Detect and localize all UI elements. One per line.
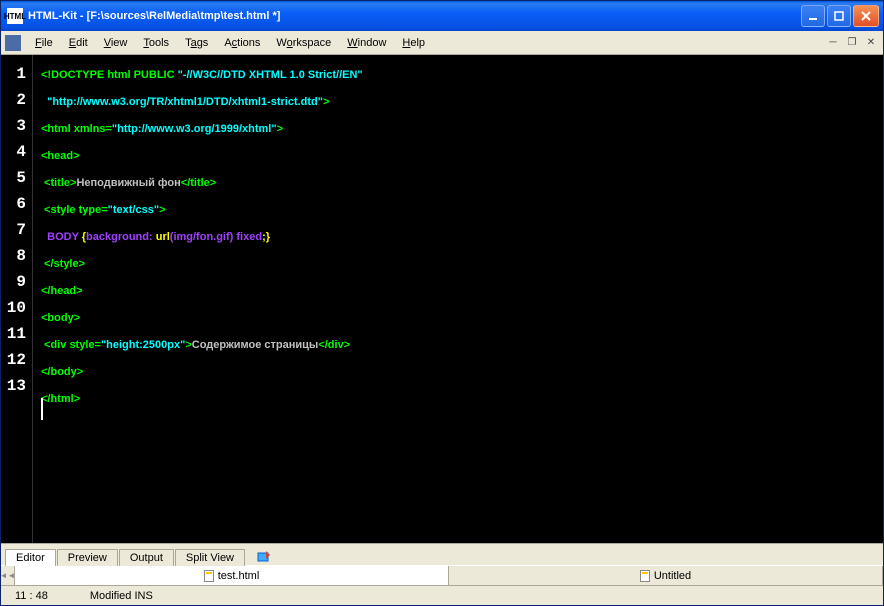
menubar: File Edit View Tools Tags Actions Worksp… <box>1 31 883 55</box>
child-close-icon[interactable]: ✕ <box>863 36 879 50</box>
text-cursor <box>41 398 43 420</box>
line-gutter: 1 2 3 4 5 6 7 8 9 10 11 12 13 <box>1 55 33 543</box>
close-button[interactable] <box>853 5 879 27</box>
menu-edit[interactable]: Edit <box>61 34 96 52</box>
file-icon <box>640 570 650 582</box>
menu-workspace[interactable]: Workspace <box>268 34 339 52</box>
app-icon: HTML <box>7 8 23 24</box>
file-icon <box>204 570 214 582</box>
child-restore-icon[interactable]: ❐ <box>844 36 860 50</box>
statusbar: 11 : 48 Modified INS <box>1 585 883 605</box>
menu-view[interactable]: View <box>96 34 136 52</box>
titlebar: HTML HTML-Kit - [F:\sources\RelMedia\tmp… <box>1 1 883 31</box>
menu-tools[interactable]: Tools <box>135 34 177 52</box>
editor-state: Modified INS <box>84 590 159 602</box>
tab-editor[interactable]: Editor <box>5 549 56 566</box>
menu-file[interactable]: File <box>27 34 61 52</box>
document-tabs: ◄◄ test.html Untitled <box>1 565 883 585</box>
child-minimize-icon[interactable]: ─ <box>825 36 841 50</box>
toggle-icon[interactable] <box>256 549 272 565</box>
tab-preview[interactable]: Preview <box>57 549 118 566</box>
menu-actions[interactable]: Actions <box>216 34 268 52</box>
menu-help[interactable]: Help <box>394 34 433 52</box>
cursor-position: 11 : 48 <box>9 590 54 602</box>
doctab-untitled[interactable]: Untitled <box>449 566 883 585</box>
tab-output[interactable]: Output <box>119 549 174 566</box>
scroll-left-icon[interactable]: ◄◄ <box>1 566 15 585</box>
menu-window[interactable]: Window <box>339 34 394 52</box>
view-tabs: Editor Preview Output Split View <box>1 543 883 565</box>
doctab-test[interactable]: test.html <box>15 566 449 585</box>
minimize-button[interactable] <box>801 5 825 27</box>
doc-icon <box>5 35 21 51</box>
window-title: HTML-Kit - [F:\sources\RelMedia\tmp\test… <box>28 10 801 22</box>
menu-tags[interactable]: Tags <box>177 34 216 52</box>
editor-area[interactable]: 1 2 3 4 5 6 7 8 9 10 11 12 13 <!DOCTYPE … <box>1 55 883 543</box>
maximize-button[interactable] <box>827 5 851 27</box>
code-content[interactable]: <!DOCTYPE html PUBLIC "-//W3C//DTD XHTML… <box>33 55 883 543</box>
tab-split[interactable]: Split View <box>175 549 245 566</box>
